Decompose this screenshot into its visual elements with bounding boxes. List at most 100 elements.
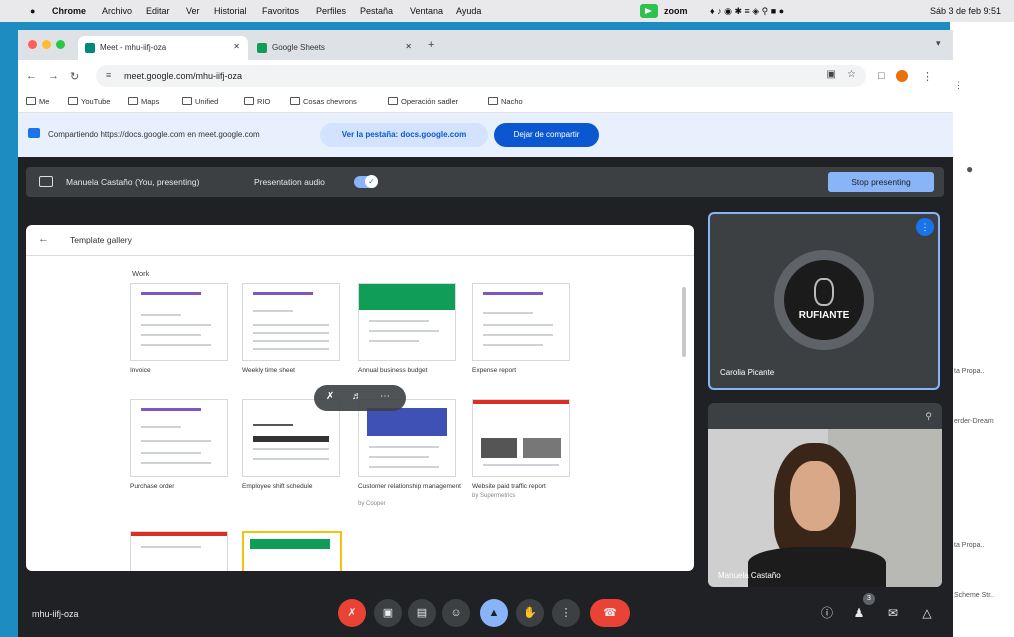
bookmark-nacho[interactable]: Nacho xyxy=(488,97,523,106)
menu-favoritos[interactable]: Favoritos xyxy=(262,6,299,16)
end-call-button[interactable]: ☎ xyxy=(590,599,630,627)
more-options-icon[interactable]: ⋯ xyxy=(380,391,390,402)
browser-menu-icon[interactable]: ⋮ xyxy=(922,70,933,83)
zoom-label[interactable]: zoom xyxy=(664,6,688,16)
speaking-indicator-icon: ⋮ xyxy=(916,218,934,236)
presentation-audio-toggle[interactable] xyxy=(354,175,378,188)
bookmark-rio[interactable]: RIO xyxy=(244,97,270,106)
template-label-purchase-order: Purchase order xyxy=(130,483,175,490)
raise-hand-button[interactable]: ✋ xyxy=(516,599,544,627)
template-sub-website-paid-traffic-report: by Supermetrics xyxy=(472,493,516,499)
menu-chrome[interactable]: Chrome xyxy=(52,6,86,16)
activities-icon[interactable]: △ xyxy=(918,603,936,623)
zoom-window-icon[interactable] xyxy=(56,40,65,49)
shared-screen: ← Template gallery Work Invoice Weekly t… xyxy=(26,225,694,571)
menu-ver[interactable]: Ver xyxy=(186,6,200,16)
template-card-partial-2[interactable] xyxy=(242,531,342,571)
template-gallery-title: Template gallery xyxy=(70,235,132,245)
url-text: meet.google.com/mhu-iifj-oza xyxy=(124,71,243,81)
template-card-weekly-time-sheet[interactable] xyxy=(242,283,340,361)
reload-icon[interactable]: ↻ xyxy=(70,70,79,83)
close-tab-icon[interactable]: ✕ xyxy=(233,42,240,51)
macos-menu-bar: ● Chrome Archivo Editar Ver Historial Fa… xyxy=(0,0,1014,22)
people-icon[interactable]: ♟ xyxy=(850,603,868,623)
mic-off-icon[interactable]: ✗ xyxy=(326,391,334,402)
bookmark-me[interactable]: Me xyxy=(26,97,49,106)
bg-text-1: ta Propa.. xyxy=(954,368,985,375)
menu-pestana[interactable]: Pestaña xyxy=(360,6,393,16)
captions-button[interactable]: ▤ xyxy=(408,599,436,627)
tab-sheets[interactable]: Google Sheets ✕ xyxy=(250,36,420,60)
template-card-invoice[interactable] xyxy=(130,283,228,361)
info-icon[interactable]: ⓘ xyxy=(818,603,836,623)
stop-presenting-button[interactable]: Stop presenting xyxy=(828,172,934,192)
avatar-ring: RUFIANTE xyxy=(774,250,874,350)
new-tab-icon[interactable]: + xyxy=(428,39,434,51)
sharing-banner: Compartiendo https://docs.google.com en … xyxy=(18,113,953,157)
close-window-icon[interactable] xyxy=(28,40,37,49)
participant-tile-manuela[interactable]: ⚲ Manuela Castaño xyxy=(708,403,942,587)
presentation-bar: Manuela Castaño (You, presenting) Presen… xyxy=(26,167,944,197)
minimize-window-icon[interactable] xyxy=(42,40,51,49)
close-tab-icon[interactable]: ✕ xyxy=(405,42,412,51)
extensions-icon[interactable]: □ xyxy=(878,70,885,82)
template-label-crm: Customer relationship management xyxy=(358,483,461,490)
view-tab-button[interactable]: Ver la pestaña: docs.google.com xyxy=(320,123,488,147)
presentation-audio-label: Presentation audio xyxy=(254,177,325,187)
bg-text-4: Scheme Str.. xyxy=(954,592,995,599)
template-card-expense-report[interactable] xyxy=(472,283,570,361)
bookmark-star-icon[interactable]: ☆ xyxy=(847,69,856,80)
site-info-icon[interactable]: ≡ xyxy=(106,70,111,80)
more-options-button[interactable]: ⋮ xyxy=(552,599,580,627)
template-label-employee-shift-schedule: Employee shift schedule xyxy=(242,483,313,490)
bookmark-unified[interactable]: Unified xyxy=(182,97,218,106)
menu-editar[interactable]: Editar xyxy=(146,6,170,16)
template-label-annual-business-budget: Annual business budget xyxy=(358,367,428,374)
menu-archivo[interactable]: Archivo xyxy=(102,6,132,16)
cast-icon[interactable]: ▣ xyxy=(827,69,836,80)
meet-favicon-icon xyxy=(85,43,95,53)
template-label-invoice: Invoice xyxy=(130,367,151,374)
menu-ventana[interactable]: Ventana xyxy=(410,6,443,16)
menu-historial[interactable]: Historial xyxy=(214,6,247,16)
tab-meet[interactable]: Meet - mhu-iifj-oza ✕ xyxy=(78,36,248,60)
bookmark-cosas[interactable]: Cosas chevrons xyxy=(290,97,357,106)
bookmark-operacion[interactable]: Operación sadler xyxy=(388,97,458,106)
stop-sharing-button[interactable]: Dejar de compartir xyxy=(494,123,599,147)
back-arrow-icon[interactable]: ← xyxy=(38,233,49,245)
participant-name: Carolia Picante xyxy=(720,368,775,377)
bookmark-maps[interactable]: Maps xyxy=(128,97,159,106)
address-bar-row: ← → ↻ ≡ meet.google.com/mhu-iifj-oza ▣ ☆… xyxy=(18,60,953,92)
participant-tile-carolia[interactable]: RUFIANTE ⋮ Carolia Picante xyxy=(708,212,940,390)
template-sub-crm: by Cooper xyxy=(358,501,386,507)
back-icon[interactable]: ← xyxy=(26,70,37,82)
template-card-purchase-order[interactable] xyxy=(130,399,228,477)
meeting-code: mhu-iifj-oza xyxy=(32,609,79,619)
chat-icon[interactable]: ✉ xyxy=(884,603,902,623)
tab-search-icon[interactable]: ▾ xyxy=(936,38,941,49)
presenter-name: Manuela Castaño (You, presenting) xyxy=(66,177,200,187)
meet-area: Manuela Castaño (You, presenting) Presen… xyxy=(18,157,953,637)
menubar-datetime[interactable]: Sáb 3 de feb 9:51 xyxy=(930,6,1001,16)
profile-avatar[interactable] xyxy=(896,70,908,82)
scrollbar[interactable] xyxy=(682,287,686,357)
status-icons[interactable]: ♦ ♪ ◉ ✱ ≡ ◈ ⚲ ■ ● xyxy=(710,6,784,17)
template-card-partial-1[interactable] xyxy=(130,531,228,571)
more-icon[interactable]: ⋮ xyxy=(954,80,963,91)
mic-off-button[interactable]: ✗ xyxy=(338,599,366,627)
emoji-button[interactable]: ☺ xyxy=(442,599,470,627)
menu-ayuda[interactable]: Ayuda xyxy=(456,6,481,16)
participant-video xyxy=(708,429,942,587)
speaker-icon[interactable]: ♬ xyxy=(352,391,362,402)
forward-icon[interactable]: → xyxy=(48,70,59,82)
menu-perfiles[interactable]: Perfiles xyxy=(316,6,346,16)
present-button[interactable]: ▲ xyxy=(480,599,508,627)
pin-icon[interactable]: ⚲ xyxy=(925,411,932,422)
apple-menu-icon[interactable]: ● xyxy=(30,6,35,16)
bookmark-youtube[interactable]: YouTube xyxy=(68,97,110,106)
camera-button[interactable]: ▣ xyxy=(374,599,402,627)
url-field[interactable]: ≡ meet.google.com/mhu-iifj-oza ▣ ☆ xyxy=(96,65,866,87)
template-card-annual-business-budget[interactable] xyxy=(358,283,456,361)
template-card-website-paid-traffic-report[interactable] xyxy=(472,399,570,477)
zoom-camera-icon[interactable] xyxy=(640,4,658,18)
